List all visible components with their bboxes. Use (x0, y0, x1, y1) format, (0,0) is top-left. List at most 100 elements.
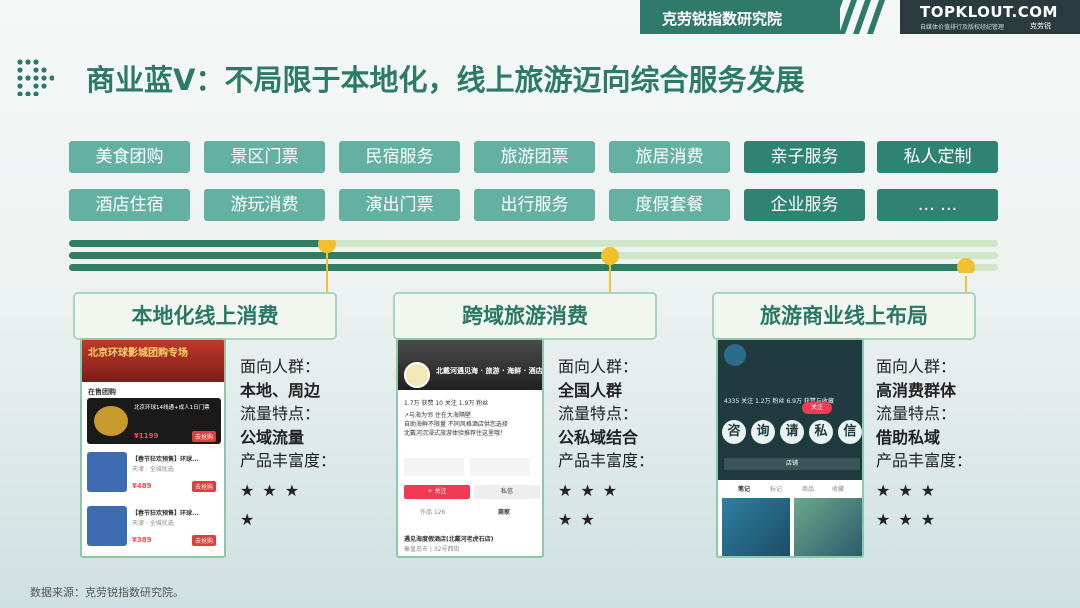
account-name: 北戴河遇见海 · 旅游 · 海鲜 · 酒店 (436, 367, 543, 375)
item-2-image (87, 452, 127, 492)
audience-value: 本地、周边 (240, 380, 321, 400)
tab-notes[interactable]: 笔记 (738, 484, 750, 493)
tag-vacation-package: 度假套餐 (609, 189, 730, 221)
phone-screenshot-2: 北戴河遇见海 · 旅游 · 海鲜 · 酒店 1.7万 获赞 10 关注 1.9万… (396, 338, 544, 558)
consult-char-4: 私 (809, 420, 833, 444)
timeline-marker-2 (601, 247, 619, 265)
timeline-marker-3 (957, 258, 975, 273)
desc-line-2: 自助海鲜不限量 不同风格酒店供您选择 (404, 421, 508, 428)
tag-enterprise: 企业服务 (744, 189, 865, 221)
account-stats: 1.7万 获赞 10 关注 1.9万 粉丝 (404, 400, 489, 407)
audience-label: 面向人群： (240, 357, 321, 376)
connector-2 (609, 265, 611, 293)
stage-cross-region: 跨域旅游消费 (393, 292, 657, 340)
tag-hotel: 酒店住宿 (69, 189, 190, 221)
richness-stars-line-2: ★ (240, 510, 263, 529)
store-address: 秦皇岛市 | 32号西街 (404, 546, 460, 553)
item-2-title: 【春节狂欢预售】环球... (132, 456, 199, 463)
stripe-decoration (825, 0, 885, 34)
connector-3 (965, 276, 967, 293)
traffic-label: 流量特点： (558, 404, 639, 423)
tab-marks[interactable]: 标记 (770, 484, 782, 493)
tag-custom: 私人定制 (877, 141, 998, 173)
consult-char-5: 信 (838, 420, 862, 444)
banner-text: 北京环球影城团购专场 (88, 348, 188, 359)
item-3-price: ¥389 (132, 536, 152, 544)
timeline-track-2 (69, 252, 610, 259)
connector-1 (326, 253, 328, 293)
tab-products[interactable]: 商品 (802, 484, 814, 493)
store-chip-2 (470, 458, 530, 476)
stage-3-info: 面向人群： 高消费群体 流量特点： 借助私域 产品丰富度： ★★★ ★★★ (876, 355, 972, 532)
note-image-1 (722, 498, 790, 556)
audience-label: 面向人群： (558, 357, 639, 376)
follow-button[interactable]: 关注 (802, 402, 832, 414)
audience-value: 高消费群体 (876, 380, 957, 400)
data-source-note: 数据来源：克劳锐指数研究院。 (30, 586, 184, 599)
tag-scenic-tickets: 景区门票 (204, 141, 325, 173)
consult-char-2: 询 (751, 420, 775, 444)
stage-2-info: 面向人群： 全国人群 流量特点： 公私域结合 产品丰富度： ★★★ ★★ (558, 355, 654, 532)
item-3-location: 天津 · 全城优选 (132, 520, 174, 527)
tab-favorites[interactable]: 收藏 (832, 484, 844, 493)
follow-button[interactable]: + 关注 (404, 485, 470, 499)
tag-homestay: 民宿服务 (339, 141, 460, 173)
timeline-marker-1 (318, 240, 336, 253)
tag-food-group-buy: 美食团购 (69, 141, 190, 173)
logo-subtitle: 自媒体价值排行及版权经纪管理 (920, 24, 1005, 31)
timeline-track-1 (69, 240, 327, 247)
item-3-image (87, 506, 127, 546)
tag-show-tickets: 演出门票 (339, 189, 460, 221)
richness-label: 产品丰富度： (240, 451, 337, 470)
audience-label: 面向人群： (876, 357, 957, 376)
buy-button-3[interactable]: 去抢购 (192, 535, 217, 546)
store-chip-1 (404, 458, 464, 476)
dots-icon (17, 59, 54, 96)
tag-tour-group: 旅游团票 (474, 141, 595, 173)
section-title: 在售团购 (88, 388, 116, 396)
phone-screenshot-1: 北京环球影城团购专场 在售团购 北京环球14线通+成人1日门票 ¥1199 去抢… (80, 338, 226, 558)
logo-cn: 克劳锐 (1030, 22, 1051, 30)
org-name: 克劳锐指数研究院 (662, 10, 783, 28)
tag-sojourn: 旅居消费 (609, 141, 730, 173)
note-image-2 (794, 498, 862, 556)
timeline-track-3 (69, 264, 966, 271)
avatar (404, 362, 430, 388)
richness-label: 产品丰富度： (558, 451, 655, 470)
item-2-price: ¥489 (132, 482, 152, 490)
consult-row: 咨 询 请 私 信 (722, 420, 862, 450)
richness-stars-line-1: ★★★ (876, 480, 944, 500)
tab-works[interactable]: 作品 126 (420, 507, 445, 516)
avatar (724, 344, 746, 366)
richness-stars-line-1: ★★★ (240, 480, 308, 500)
richness-label: 产品丰富度： (876, 451, 973, 470)
audience-value: 全国人群 (558, 380, 623, 400)
desc-line-3: 北戴河沉浸式旅游体验推荐住这里哦！ (404, 430, 507, 437)
item-1-title: 北京环球14线通+成人1日门票 (134, 405, 210, 411)
stage-1-info: 面向人群： 本地、周边 流量特点： 公域流量 产品丰富度： ★★★ ★ (240, 355, 336, 532)
stage-business-layout: 旅游商业线上布局 (712, 292, 976, 340)
tab-merchant[interactable]: 商家 (498, 507, 510, 516)
page-title: 商业蓝V：不局限于本地化，线上旅游迈向综合服务发展 (86, 63, 805, 97)
stage-local: 本地化线上消费 (73, 292, 337, 340)
tag-leisure: 游玩消费 (204, 189, 325, 221)
top-bar: 克劳锐指数研究院 TOPKLOUT.COM 自媒体价值排行及版权经纪管理 克劳锐 (0, 0, 1080, 34)
buy-button-1[interactable]: 去抢购 (192, 431, 217, 442)
consult-char-1: 咨 (722, 420, 746, 444)
traffic-value: 公域流量 (240, 427, 305, 447)
globe-icon (94, 406, 128, 436)
desc-line-1: ↗与海为邻 住在大海隔壁 (404, 412, 471, 419)
timeline (69, 240, 998, 273)
message-button[interactable]: 私信 (474, 485, 540, 499)
item-1-price: ¥1199 (134, 432, 159, 440)
traffic-value: 借助私域 (876, 427, 941, 447)
store-name: 遇见海度假酒店(北戴河老虎石店) (404, 536, 494, 543)
item-2-location: 天津 · 全城优选 (132, 466, 174, 473)
buy-button-2[interactable]: 去抢购 (192, 481, 217, 492)
logo: TOPKLOUT.COM (920, 3, 1058, 21)
phone-screenshot-3: 4335 关注 1.2万 粉丝 6.9万 获赞与收藏 关注 咨 询 请 私 信 … (716, 338, 864, 558)
tag-more: … … (877, 189, 998, 221)
store-button[interactable]: 店铺 (724, 458, 860, 470)
tag-travel-service: 出行服务 (474, 189, 595, 221)
traffic-value: 公私域结合 (558, 427, 639, 447)
